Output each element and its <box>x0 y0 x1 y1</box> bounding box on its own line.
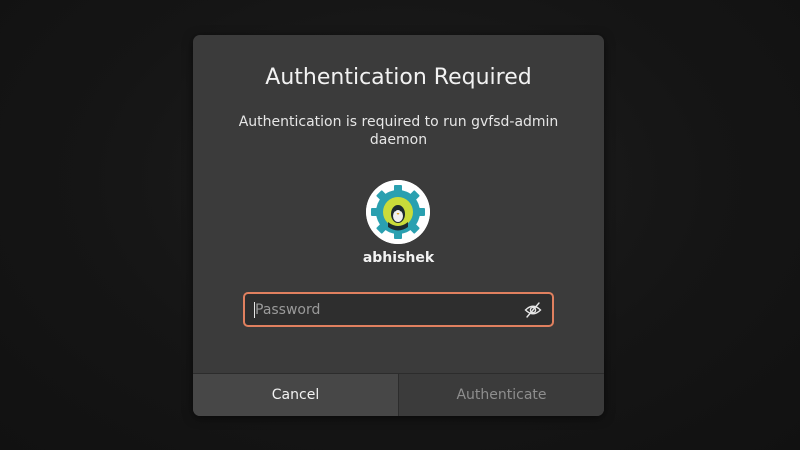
gear-avatar-icon <box>366 180 430 244</box>
authenticate-button[interactable]: Authenticate <box>399 374 604 416</box>
eye-slash-icon[interactable] <box>524 301 542 319</box>
authentication-dialog: Authentication Required Authentication i… <box>193 35 604 416</box>
user-avatar <box>366 180 430 244</box>
dialog-button-bar: Cancel Authenticate <box>193 373 604 416</box>
dialog-message: Authentication is required to run gvfsd-… <box>238 114 559 148</box>
password-input[interactable] <box>245 294 505 325</box>
username-label: abhishek <box>362 250 435 266</box>
cancel-button[interactable]: Cancel <box>193 374 399 416</box>
text-cursor <box>254 302 255 318</box>
dialog-title: Authentication Required <box>265 65 532 90</box>
password-field[interactable] <box>243 292 554 327</box>
